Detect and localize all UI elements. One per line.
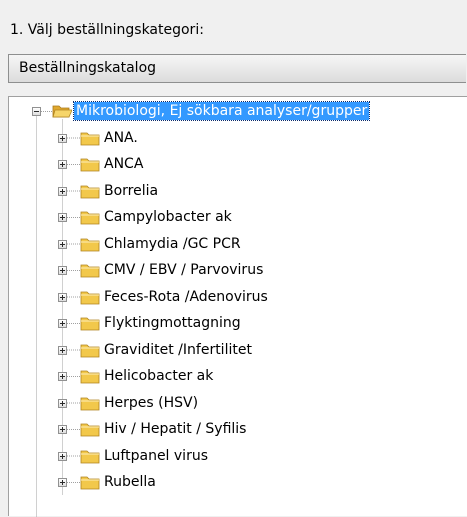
expand-icon[interactable]: [58, 266, 67, 275]
tree-node[interactable]: Chlamydia /GC PCR: [9, 234, 467, 254]
folder-icon: [80, 211, 100, 225]
folder-icon: [80, 344, 100, 357]
category-select[interactable]: Beställningskatalog: [8, 54, 466, 83]
category-select-value: Beställningskatalog: [19, 60, 157, 76]
tree-node-label: Luftpanel virus: [104, 447, 208, 464]
expand-icon[interactable]: [58, 372, 67, 381]
tree-node[interactable]: Helicobacter ak: [9, 366, 467, 386]
folder-icon: [80, 397, 100, 410]
tree-node-root[interactable]: Mikrobiologi, Ej sökbara analyser/gruppe…: [9, 101, 467, 121]
tree-node[interactable]: ANCA: [9, 154, 467, 174]
folder-icon: [80, 291, 100, 304]
expand-icon[interactable]: [58, 398, 67, 408]
folder-icon: [80, 132, 100, 145]
folder-icon: [80, 185, 100, 198]
folder-icon: [80, 158, 100, 172]
tree-node[interactable]: Luftpanel virus: [9, 446, 467, 466]
folder-icon: [80, 476, 100, 490]
folder-open-icon: [52, 105, 72, 118]
folder-icon: [80, 370, 100, 384]
folder-icon: [80, 450, 100, 463]
tree-node[interactable]: CMV / EBV / Parvovirus: [9, 260, 467, 280]
tree-node-label: ANCA: [104, 156, 144, 172]
tree-node-label: Rubella: [104, 474, 156, 490]
expand-icon[interactable]: [58, 451, 67, 461]
expand-icon[interactable]: [58, 319, 67, 328]
tree-node[interactable]: Borrelia: [9, 181, 467, 201]
tree-node-label: Flyktingmottagning: [104, 315, 241, 331]
tree-node[interactable]: Herpes (HSV): [9, 393, 467, 413]
expand-icon[interactable]: [58, 425, 67, 434]
tree-node[interactable]: ANA.: [9, 128, 467, 148]
tree-node[interactable]: Hiv / Hepatit / Syfilis: [9, 419, 467, 439]
tree-node[interactable]: Feces-Rota /Adenovirus: [9, 287, 467, 307]
tree-node[interactable]: Rubella: [9, 472, 467, 492]
tree-node-label: Hiv / Hepatit / Syfilis: [104, 421, 247, 437]
expand-icon[interactable]: [58, 133, 67, 143]
tree-node-label: Graviditet /Infertilitet: [104, 341, 252, 358]
tree-node-label: Feces-Rota /Adenovirus: [104, 288, 268, 305]
tree-node-label: ANA.: [104, 129, 138, 146]
expand-icon[interactable]: [58, 239, 67, 249]
collapse-icon[interactable]: [32, 107, 41, 116]
tree-node-root-label: Mikrobiologi, Ej sökbara analyser/gruppe…: [72, 101, 371, 121]
expand-icon[interactable]: [58, 478, 67, 487]
folder-icon: [80, 238, 100, 251]
folder-icon: [80, 423, 100, 437]
tree-node-label: Helicobacter ak: [104, 368, 214, 384]
expand-icon[interactable]: [58, 292, 67, 302]
folder-icon: [80, 264, 100, 278]
tree-node-label: CMV / EBV / Parvovirus: [104, 262, 264, 278]
folder-icon: [80, 317, 100, 331]
expand-icon[interactable]: [58, 345, 67, 355]
tree-node-label: Campylobacter ak: [104, 209, 232, 225]
expand-icon[interactable]: [58, 213, 67, 222]
tree-node[interactable]: Campylobacter ak: [9, 207, 467, 227]
tree-node[interactable]: Flyktingmottagning: [9, 313, 467, 333]
tree-node[interactable]: Graviditet /Infertilitet: [9, 340, 467, 360]
order-catalog-tree[interactable]: Mikrobiologi, Ej sökbara analyser/gruppe…: [8, 96, 467, 517]
expand-icon[interactable]: [58, 160, 67, 169]
expand-icon[interactable]: [58, 186, 67, 196]
tree-node-label: Borrelia: [104, 182, 159, 199]
tree-node-label: Herpes (HSV): [104, 394, 199, 411]
tree-node-label: Chlamydia /GC PCR: [104, 235, 241, 252]
step-label: 1. Välj beställningskategori:: [10, 22, 204, 38]
